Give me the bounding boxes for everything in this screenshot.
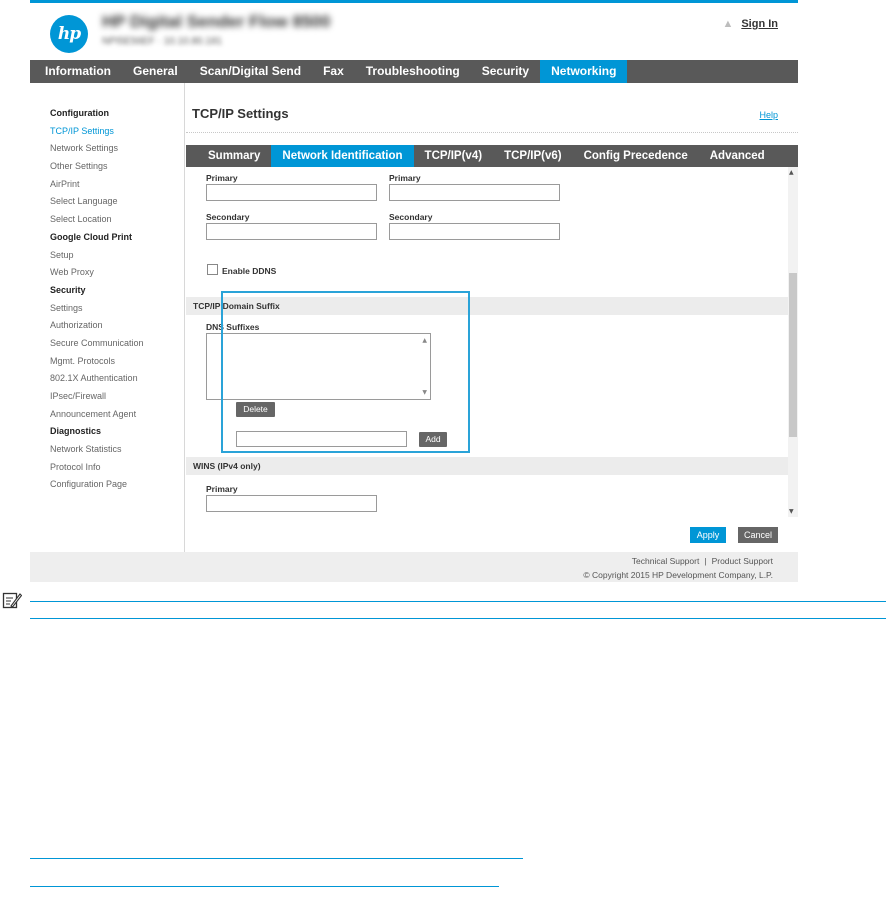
subtab-advanced[interactable]: Advanced (699, 145, 776, 167)
primary-label-b: Primary (389, 173, 421, 183)
sidebar-item-announcement-agent[interactable]: Announcement Agent (50, 406, 184, 424)
tab-security[interactable]: Security (471, 60, 540, 83)
copyright: © Copyright 2015 HP Development Company,… (583, 570, 773, 580)
footer-links: Technical Support | Product Support (632, 556, 773, 566)
enable-ddns-label: Enable DDNS (222, 266, 277, 276)
sidebar-item-security: Security (50, 284, 86, 295)
sidebar-item-802-1x-authentication[interactable]: 802.1X Authentication (50, 370, 184, 388)
secondary-input-b[interactable] (389, 223, 560, 240)
subtab-tcpip-v4[interactable]: TCP/IP(v4) (414, 145, 494, 167)
ews-screenshot: hp HP Digital Sender Flow 8500 NPI5E56EF… (30, 0, 798, 582)
sidebar-item-other-settings[interactable]: Other Settings (50, 158, 184, 176)
footer: Technical Support | Product Support © Co… (30, 552, 798, 582)
scroll-up-icon[interactable]: ▲ (789, 169, 794, 176)
sidebar-item-settings[interactable]: Settings (50, 300, 184, 318)
footer-separator: | (704, 556, 707, 566)
subtab-tcpip-v6[interactable]: TCP/IP(v6) (493, 145, 573, 167)
sidebar-item-diagnostics: Diagnostics (50, 426, 102, 437)
sign-in-link[interactable]: Sign In (741, 18, 778, 30)
tab-scan-digital-send[interactable]: Scan/Digital Send (189, 60, 312, 83)
sidebar-item-mgmt-protocols[interactable]: Mgmt. Protocols (50, 353, 184, 371)
main-nav: Information General Scan/Digital Send Fa… (30, 60, 798, 83)
sidebar: Configuration TCP/IP Settings Network Sett… (30, 83, 185, 552)
help-link[interactable]: Help (759, 110, 778, 120)
sidebar-item-airprint[interactable]: AirPrint (50, 176, 184, 194)
primary-input-a[interactable] (206, 184, 377, 201)
cancel-button[interactable]: Cancel (738, 527, 778, 543)
tab-fax[interactable]: Fax (312, 60, 355, 83)
link-underline-1[interactable] (30, 858, 523, 859)
secondary-input-a[interactable] (206, 223, 377, 240)
scrollbar-thumb[interactable] (789, 273, 797, 437)
wins-primary-label: Primary (206, 484, 238, 494)
sidebar-item-secure-communication[interactable]: Secure Communication (50, 335, 184, 353)
domain-suffix-highlight-box (221, 291, 470, 453)
device-name: HP Digital Sender Flow 8500 (102, 12, 331, 31)
form-scrollbar[interactable]: ▲ ▼ (788, 167, 798, 517)
product-support-link[interactable]: Product Support (712, 556, 773, 566)
apply-button[interactable]: Apply (690, 527, 726, 543)
tab-troubleshooting[interactable]: Troubleshooting (355, 60, 471, 83)
sidebar-item-google-cloud-print: Google Cloud Print (50, 231, 132, 242)
tab-networking[interactable]: Networking (540, 60, 628, 83)
title-divider (186, 132, 798, 133)
wins-heading: WINS (IPv4 only) (193, 461, 261, 471)
scroll-down-icon[interactable]: ▼ (789, 508, 794, 515)
sidebar-item-network-statistics[interactable]: Network Statistics (50, 441, 184, 459)
secondary-label-b: Secondary (389, 212, 433, 222)
note-pencil-icon (2, 592, 22, 609)
home-icon: ▲ (722, 18, 734, 30)
primary-label-a: Primary (206, 173, 238, 183)
sidebar-item-ipsec-firewall[interactable]: IPsec/Firewall (50, 388, 184, 406)
sidebar-item-authorization[interactable]: Authorization (50, 317, 184, 335)
sidebar-item-select-location[interactable]: Select Location (50, 211, 184, 229)
wins-primary-input[interactable] (206, 495, 377, 512)
subtab-network-identification[interactable]: Network Identification (271, 145, 414, 167)
sign-in[interactable]: ▲ Sign In (722, 18, 778, 30)
note-bottom-rule (30, 618, 886, 619)
sidebar-item-configuration: Configuration (50, 108, 109, 118)
subtab-summary[interactable]: Summary (197, 145, 271, 167)
link-underline-2[interactable] (30, 886, 499, 887)
device-subtitle: NPI5E56EF · 10.10.80.181 (102, 36, 223, 47)
note-top-rule (30, 601, 886, 602)
sidebar-item-select-language[interactable]: Select Language (50, 193, 184, 211)
primary-input-b[interactable] (389, 184, 560, 201)
hp-logo: hp (50, 15, 88, 53)
sidebar-item-configuration-page[interactable]: Configuration Page (50, 476, 184, 494)
sidebar-item-setup[interactable]: Setup (50, 247, 184, 265)
tab-information[interactable]: Information (34, 60, 122, 83)
subtab-config-precedence[interactable]: Config Precedence (573, 145, 699, 167)
top-accent-line (30, 0, 798, 3)
wins-section: WINS (IPv4 only) (186, 457, 789, 475)
technical-support-link[interactable]: Technical Support (632, 556, 700, 566)
tab-general[interactable]: General (122, 60, 189, 83)
sub-nav: Summary Network Identification TCP/IP(v4… (186, 145, 798, 167)
sidebar-item-web-proxy[interactable]: Web Proxy (50, 264, 184, 282)
page-title: TCP/IP Settings (192, 106, 289, 121)
sidebar-item-tcp-ip-settings[interactable]: TCP/IP Settings (50, 123, 184, 141)
sidebar-item-protocol-info[interactable]: Protocol Info (50, 459, 184, 477)
secondary-label-a: Secondary (206, 212, 250, 222)
settings-form: Primary Primary Secondary Secondary Enab… (186, 167, 798, 517)
sidebar-item-network-settings[interactable]: Network Settings (50, 140, 184, 158)
enable-ddns-checkbox[interactable] (207, 264, 218, 275)
